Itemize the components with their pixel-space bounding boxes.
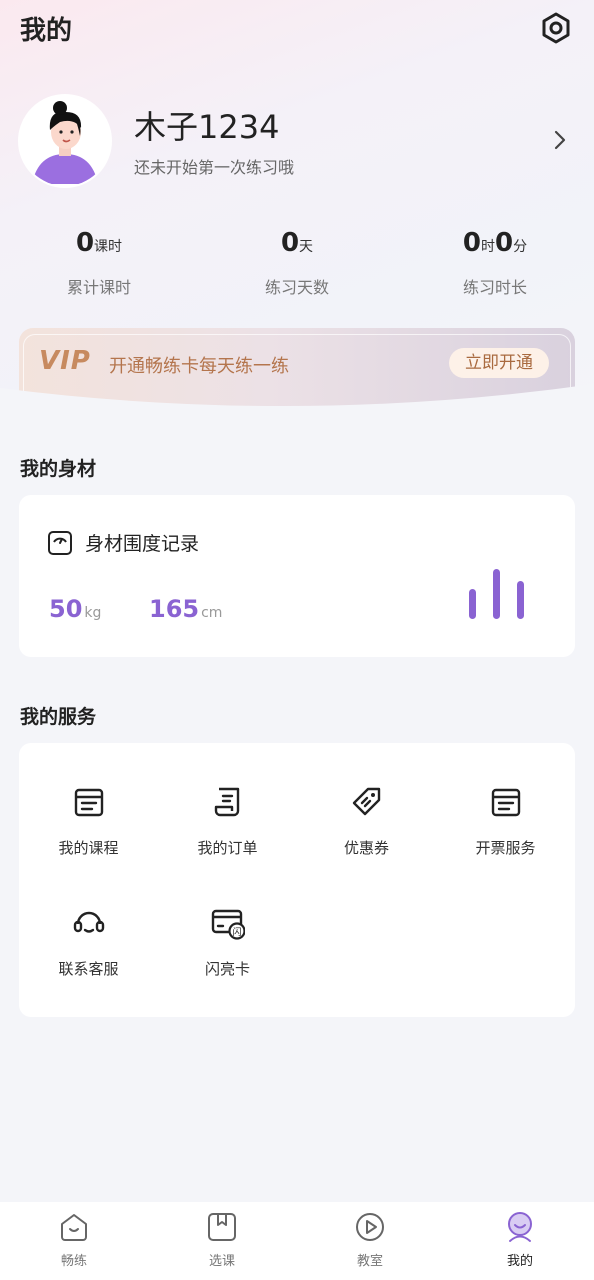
service-invoice[interactable]: 开票服务 bbox=[436, 785, 575, 858]
flash-card-icon: 闪 bbox=[211, 909, 245, 940]
bar-chart-icon bbox=[469, 569, 524, 619]
order-icon bbox=[214, 787, 239, 817]
tab-classroom[interactable]: 教室 bbox=[296, 1210, 444, 1269]
classroom-icon bbox=[356, 1213, 384, 1241]
vip-open-button[interactable]: 立即开通 bbox=[449, 348, 549, 378]
tab-label: 我的 bbox=[506, 1254, 533, 1269]
stat-value: 0 bbox=[280, 228, 300, 258]
services-section-title: 我的服务 bbox=[20, 706, 97, 728]
service-label: 开票服务 bbox=[475, 839, 536, 857]
coupon-icon bbox=[352, 787, 380, 816]
username: 木子1234 bbox=[134, 108, 280, 146]
stat-unit: 课时 bbox=[94, 239, 123, 255]
body-measurement-card[interactable]: 身材围度记录 50 kg 165 cm bbox=[19, 495, 575, 657]
service-my-orders[interactable]: 我的订单 bbox=[158, 785, 297, 858]
tab-label: 教室 bbox=[356, 1254, 383, 1269]
height-unit: cm bbox=[201, 605, 223, 621]
height-metric: 165 cm bbox=[149, 595, 222, 623]
vip-logo: VIP bbox=[39, 346, 91, 376]
service-label: 我的订单 bbox=[197, 839, 258, 857]
service-label: 联系客服 bbox=[58, 960, 119, 978]
body-card-title: 身材围度记录 bbox=[85, 533, 200, 555]
weight-metric: 50 kg bbox=[49, 595, 101, 623]
profile-row[interactable]: 木子1234 还未开始第一次练习哦 bbox=[0, 92, 594, 192]
avatar[interactable] bbox=[18, 94, 112, 188]
stat-practice-duration: 0时0分 练习时长 bbox=[396, 228, 594, 298]
stat-unit: 天 bbox=[299, 239, 314, 255]
avatar-illustration bbox=[20, 96, 110, 186]
tab-label: 畅练 bbox=[60, 1254, 87, 1269]
wave-divider bbox=[0, 384, 594, 440]
tab-label: 选课 bbox=[208, 1254, 235, 1269]
settings-button[interactable] bbox=[538, 10, 574, 46]
stat-practice-days: 0天 练习天数 bbox=[198, 228, 396, 298]
stat-hours: 0 bbox=[462, 228, 481, 258]
tab-profile[interactable]: 我的 bbox=[446, 1210, 594, 1269]
weight-value: 50 bbox=[49, 595, 83, 623]
services-card: 我的课程 我的订单 优惠券 开票服务 联系客服 闪 闪亮卡 bbox=[19, 743, 575, 1017]
service-coupons[interactable]: 优惠券 bbox=[297, 785, 436, 858]
stat-label: 练习时长 bbox=[462, 278, 527, 297]
profile-icon bbox=[508, 1212, 532, 1242]
service-flash-card[interactable]: 闪 闪亮卡 bbox=[158, 906, 297, 979]
invoice-icon bbox=[491, 788, 520, 817]
service-my-courses[interactable]: 我的课程 bbox=[19, 785, 158, 858]
stat-hours-unit: 时 bbox=[481, 239, 495, 255]
select-course-icon bbox=[208, 1213, 236, 1241]
body-section-title: 我的身材 bbox=[20, 458, 97, 480]
tab-practice[interactable]: 畅练 bbox=[0, 1210, 148, 1269]
page-title: 我的 bbox=[20, 16, 73, 46]
weight-unit: kg bbox=[84, 605, 102, 621]
service-label: 我的课程 bbox=[58, 839, 119, 857]
stat-label: 练习天数 bbox=[264, 278, 329, 297]
stat-minutes-unit: 分 bbox=[513, 239, 528, 255]
practice-icon bbox=[61, 1214, 87, 1241]
service-customer-support[interactable]: 联系客服 bbox=[19, 906, 158, 979]
service-label: 优惠券 bbox=[343, 839, 389, 857]
chevron-right-icon bbox=[554, 130, 566, 150]
settings-icon bbox=[542, 12, 570, 44]
vip-promo-text: 开通畅练卡每天练一练 bbox=[109, 356, 289, 377]
stats-row: 0课时 累计课时 0天 练习天数 0时0分 练习时长 bbox=[0, 228, 594, 308]
stat-value: 0 bbox=[75, 228, 95, 258]
service-label: 闪亮卡 bbox=[204, 960, 250, 978]
stat-minutes: 0 bbox=[495, 228, 514, 258]
headset-icon bbox=[73, 911, 104, 933]
bottom-tab-bar: 畅练 选课 教室 我的 bbox=[0, 1202, 594, 1280]
course-icon bbox=[74, 788, 103, 817]
stat-total-lessons: 0课时 累计课时 bbox=[0, 228, 198, 298]
tab-select-course[interactable]: 选课 bbox=[148, 1210, 296, 1269]
stat-label: 累计课时 bbox=[66, 278, 131, 297]
scale-icon bbox=[48, 530, 72, 555]
page-header: 我的 bbox=[0, 0, 594, 56]
profile-subtitle: 还未开始第一次练习哦 bbox=[134, 158, 295, 177]
body-card-header: 身材围度记录 bbox=[47, 529, 199, 556]
svg-text:闪: 闪 bbox=[232, 927, 241, 938]
height-value: 165 bbox=[149, 595, 200, 623]
